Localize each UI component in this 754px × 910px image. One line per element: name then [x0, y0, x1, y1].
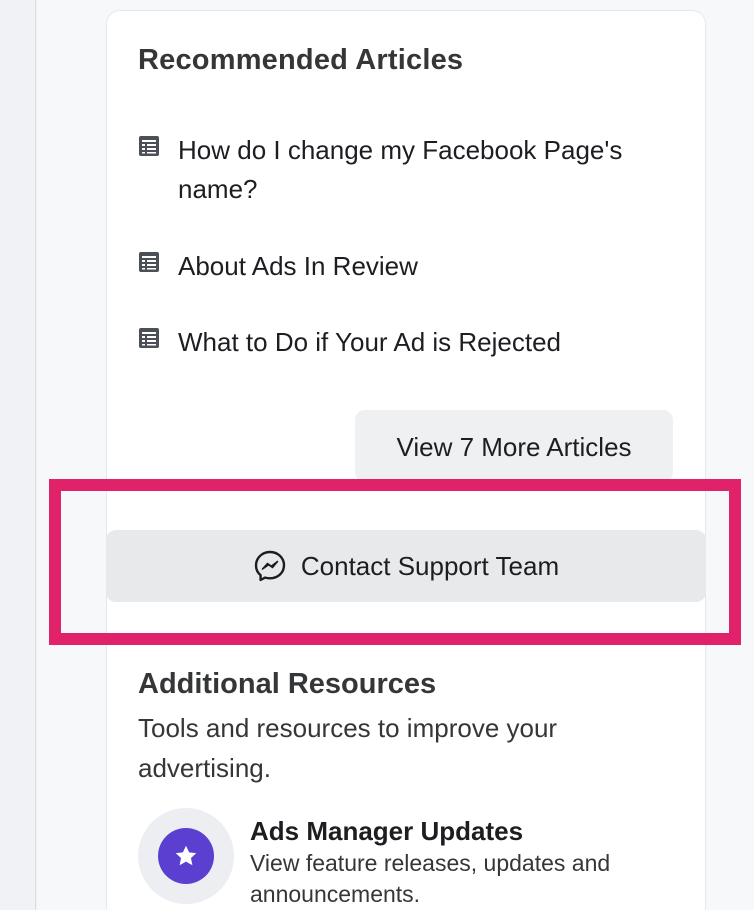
resource-avatar-circle [158, 828, 214, 884]
left-rail [0, 0, 36, 910]
document-icon [139, 328, 159, 348]
article-label: About Ads In Review [178, 251, 418, 281]
additional-resources-title: Additional Resources [138, 668, 437, 700]
article-link-change-page-name[interactable]: How do I change my Facebook Page's name? [138, 131, 678, 209]
article-link-ad-rejected[interactable]: What to Do if Your Ad is Rejected [138, 323, 678, 362]
star-icon [175, 845, 197, 866]
article-label: How do I change my Facebook Page's name? [178, 135, 623, 204]
document-icon [139, 136, 159, 156]
resource-description: View feature releases, updates and annou… [250, 850, 611, 907]
recommended-articles-title: Recommended Articles [138, 44, 464, 76]
resource-title: Ads Manager Updates [250, 816, 524, 846]
document-icon [139, 252, 159, 272]
article-link-ads-in-review[interactable]: About Ads In Review [138, 247, 678, 286]
resource-text: Ads Manager Updates View feature release… [250, 814, 640, 910]
additional-resources-subtitle: Tools and resources to improve your adve… [138, 713, 558, 783]
resource-avatar [138, 808, 234, 904]
article-label: What to Do if Your Ad is Rejected [178, 327, 561, 357]
view-more-articles-button[interactable]: View 7 More Articles [355, 410, 673, 482]
highlight-box [49, 479, 741, 645]
resource-ads-manager-updates[interactable]: Ads Manager Updates View feature release… [138, 808, 640, 910]
